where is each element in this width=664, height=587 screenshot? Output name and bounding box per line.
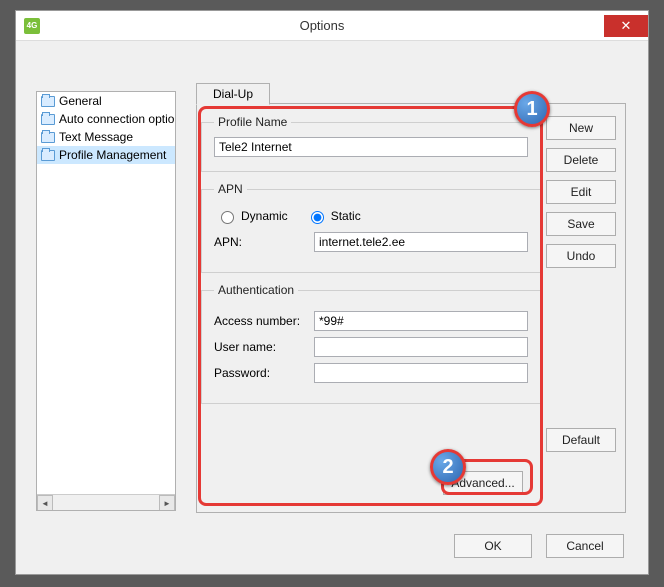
sidebar-item-general[interactable]: General bbox=[37, 92, 175, 110]
client-area: General Auto connection options Text Mes… bbox=[16, 41, 648, 574]
advanced-button[interactable]: Advanced... bbox=[443, 471, 523, 495]
auth-legend: Authentication bbox=[214, 283, 298, 297]
close-button[interactable]: ✕ bbox=[604, 15, 648, 37]
scroll-right-button[interactable]: ► bbox=[159, 495, 175, 511]
titlebar: 4G Options ✕ bbox=[16, 11, 648, 41]
password-input[interactable] bbox=[314, 363, 528, 383]
undo-button[interactable]: Undo bbox=[546, 244, 616, 268]
folder-icon bbox=[41, 132, 55, 143]
edit-button[interactable]: Edit bbox=[546, 180, 616, 204]
user-name-input[interactable] bbox=[314, 337, 528, 357]
apn-static-radio-input[interactable] bbox=[311, 211, 324, 224]
apn-static-label: Static bbox=[331, 209, 361, 223]
sidebar-item-label: Profile Management bbox=[59, 148, 166, 162]
apn-dynamic-label: Dynamic bbox=[241, 209, 288, 223]
apn-dynamic-radio[interactable]: Dynamic bbox=[216, 208, 288, 224]
profile-name-group: Profile Name bbox=[201, 115, 541, 172]
new-button[interactable]: New bbox=[546, 116, 616, 140]
tree-horizontal-scrollbar[interactable]: ◄ ► bbox=[37, 494, 175, 510]
right-button-column: New Delete Edit Save Undo Default bbox=[546, 116, 616, 452]
apn-legend: APN bbox=[214, 182, 247, 196]
save-button[interactable]: Save bbox=[546, 212, 616, 236]
close-icon: ✕ bbox=[621, 18, 632, 34]
cancel-button[interactable]: Cancel bbox=[546, 534, 624, 558]
user-name-label: User name: bbox=[214, 340, 314, 354]
apn-field-label: APN: bbox=[214, 235, 314, 249]
apn-static-radio[interactable]: Static bbox=[306, 208, 361, 224]
scroll-left-button[interactable]: ◄ bbox=[37, 495, 53, 511]
app-icon: 4G bbox=[24, 18, 40, 34]
folder-icon bbox=[41, 96, 55, 107]
options-window: 4G Options ✕ General Auto connection opt… bbox=[15, 10, 649, 575]
tab-strip: Dial-Up bbox=[196, 81, 270, 105]
sidebar-item-label: Text Message bbox=[59, 130, 133, 144]
folder-icon bbox=[41, 114, 55, 125]
password-label: Password: bbox=[214, 366, 314, 380]
window-title: Options bbox=[40, 18, 604, 33]
scroll-track[interactable] bbox=[53, 495, 159, 510]
delete-button[interactable]: Delete bbox=[546, 148, 616, 172]
profile-form: Profile Name APN Dynamic Static APN: bbox=[201, 109, 541, 509]
sidebar-item-text-message[interactable]: Text Message bbox=[37, 128, 175, 146]
sidebar-item-profile-management[interactable]: Profile Management bbox=[37, 146, 175, 164]
folder-icon bbox=[41, 150, 55, 161]
ok-button[interactable]: OK bbox=[454, 534, 532, 558]
authentication-group: Authentication Access number: User name:… bbox=[201, 283, 541, 404]
access-number-label: Access number: bbox=[214, 314, 314, 328]
apn-group: APN Dynamic Static APN: bbox=[201, 182, 541, 273]
profile-name-input[interactable] bbox=[214, 137, 528, 157]
sidebar-item-label: Auto connection options bbox=[59, 112, 176, 126]
access-number-input[interactable] bbox=[314, 311, 528, 331]
dialog-buttons: OK Cancel bbox=[454, 534, 624, 558]
category-tree[interactable]: General Auto connection options Text Mes… bbox=[36, 91, 176, 511]
apn-dynamic-radio-input[interactable] bbox=[221, 211, 234, 224]
tab-dial-up[interactable]: Dial-Up bbox=[196, 83, 270, 105]
sidebar-item-label: General bbox=[59, 94, 102, 108]
apn-input[interactable] bbox=[314, 232, 528, 252]
default-button[interactable]: Default bbox=[546, 428, 616, 452]
profile-name-legend: Profile Name bbox=[214, 115, 291, 129]
sidebar-item-auto-connection[interactable]: Auto connection options bbox=[37, 110, 175, 128]
